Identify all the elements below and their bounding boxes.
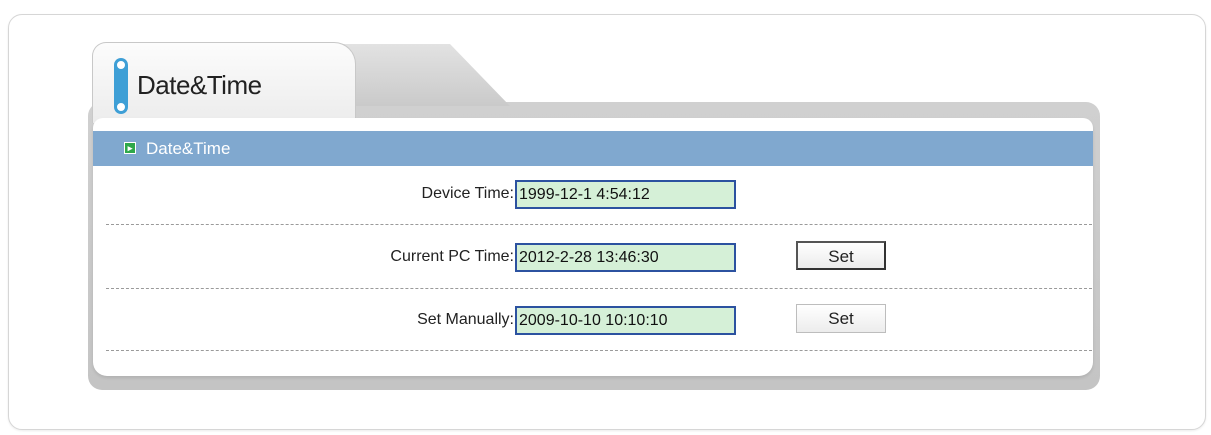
set-manually-field[interactable] <box>515 306 736 335</box>
device-time-field[interactable] <box>515 180 736 209</box>
device-time-label: Device Time: <box>421 185 514 202</box>
set-pc-time-button[interactable]: Set <box>796 241 886 270</box>
section-header <box>93 131 1093 166</box>
section-title: Date&Time <box>146 139 231 158</box>
set-manually-label: Set Manually: <box>417 311 514 328</box>
play-arrow-icon: ▸ <box>124 142 136 154</box>
current-pc-time-label: Current PC Time: <box>390 248 514 265</box>
current-pc-time-field[interactable] <box>515 243 736 272</box>
row-divider <box>106 350 1092 351</box>
tab-marker-icon <box>114 58 128 114</box>
set-manual-time-button[interactable]: Set <box>796 304 886 333</box>
row-divider <box>106 224 1092 225</box>
tab-title: Date&Time <box>137 70 262 100</box>
row-divider <box>106 288 1092 289</box>
